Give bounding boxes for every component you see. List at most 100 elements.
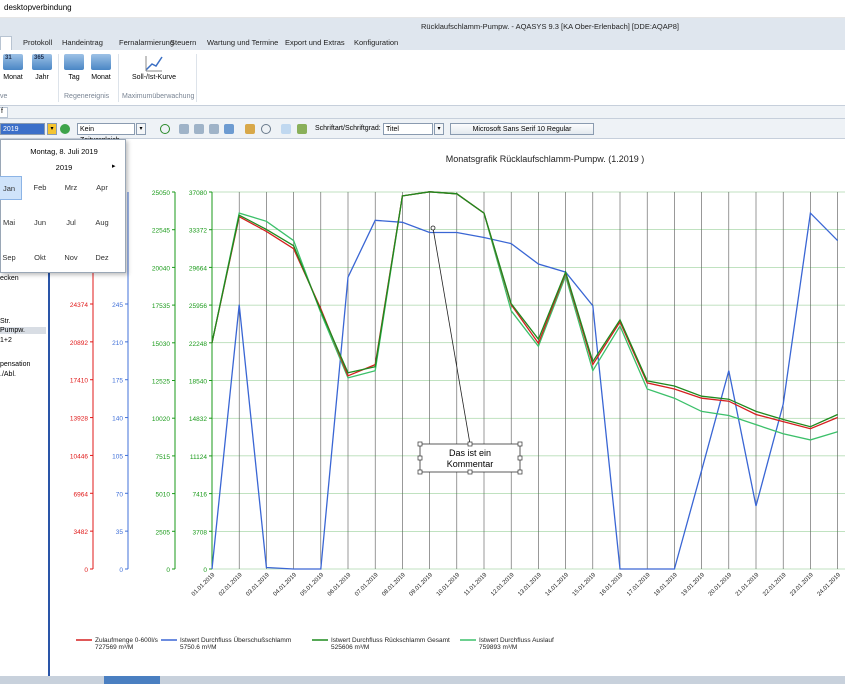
left-item-selected[interactable]: Pumpw. xyxy=(0,327,46,334)
month-cell-apr[interactable]: Apr xyxy=(89,176,115,200)
font-target-dropdown-button[interactable]: ▾ xyxy=(434,123,444,135)
ribbon-separator xyxy=(196,54,197,102)
y-tick-label: 20040 xyxy=(152,265,170,272)
y-tick-label: 7416 xyxy=(193,492,208,499)
month-cell-aug[interactable]: Aug xyxy=(89,211,115,235)
y-tick-label: 14832 xyxy=(189,416,207,423)
tab-export[interactable]: Export und Extras xyxy=(285,38,345,47)
tab-konfiguration[interactable]: Konfiguration xyxy=(354,38,398,47)
x-tick-label: 02.01.2019 xyxy=(218,572,244,598)
y-tick-label: 245 xyxy=(112,302,123,309)
month-cell-jul[interactable]: Jul xyxy=(58,211,84,235)
y-tick-label: 10020 xyxy=(152,416,170,423)
series-line xyxy=(211,191,838,428)
font-button[interactable]: Microsoft Sans Serif 10 Regular xyxy=(450,123,594,135)
x-tick-label: 17.01.2019 xyxy=(626,572,652,598)
filter-icon[interactable] xyxy=(281,124,291,134)
refresh-icon[interactable] xyxy=(60,124,70,134)
tab-active[interactable] xyxy=(0,36,12,51)
month-cell-mai[interactable]: Mai xyxy=(0,211,22,235)
date-dropdown-button[interactable]: ▾ xyxy=(47,123,57,135)
rain-day-button[interactable]: Tag xyxy=(61,54,87,81)
month-cell-feb[interactable]: Feb xyxy=(27,176,53,200)
target-actual-curve-button[interactable]: Soll-/Ist-Kurve xyxy=(132,54,176,81)
legend-sublabel: 5750.6 m³/M xyxy=(180,644,217,651)
left-item[interactable]: 1+2 xyxy=(0,337,12,344)
tab-handeintrag[interactable]: Handeintrag xyxy=(62,38,103,47)
compare-select[interactable]: Kein Zeitvergleich xyxy=(77,123,135,144)
month-cell-nov[interactable]: Nov xyxy=(58,246,84,270)
y-tick-label: 3708 xyxy=(193,529,208,536)
table-icon[interactable] xyxy=(245,124,255,134)
y-tick-label: 22248 xyxy=(189,341,207,348)
comment-resize-handle xyxy=(517,441,523,447)
left-item[interactable]: Str. xyxy=(0,318,11,325)
compare-dropdown-button[interactable]: ▾ xyxy=(136,123,146,135)
rain-chart-icon xyxy=(91,54,111,70)
comment-resize-handle xyxy=(417,441,423,447)
y-tick-label: 0 xyxy=(166,567,170,574)
series-line xyxy=(211,191,838,430)
month-picker-popup: Montag, 8. Juli 2019 2019 ▸ Jan Feb Mrz Apr… xyxy=(0,139,126,273)
y-tick-label: 13928 xyxy=(70,416,88,423)
tab-fernalarmierung[interactable]: Fernalarmierung xyxy=(119,38,174,47)
left-item[interactable]: pensation xyxy=(0,361,30,368)
tab-wartung[interactable]: Wartung und Termine xyxy=(207,38,278,47)
month-cell-sep[interactable]: Sep xyxy=(0,246,22,270)
curve-icon xyxy=(145,56,163,72)
export-icon[interactable] xyxy=(224,124,234,134)
tab-protokoll[interactable]: Protokoll xyxy=(23,38,52,47)
x-tick-label: 11.01.2019 xyxy=(463,572,489,598)
x-tick-label: 15.01.2019 xyxy=(572,572,598,598)
search-icon[interactable] xyxy=(261,124,271,134)
next-year-arrow-icon[interactable]: ▸ xyxy=(112,162,116,170)
y-tick-label: 17535 xyxy=(152,303,170,310)
month-cell-jun[interactable]: Jun xyxy=(27,211,53,235)
comment-resize-handle xyxy=(517,469,523,475)
x-tick-label: 10.01.2019 xyxy=(436,572,462,598)
y-tick-label: 25956 xyxy=(189,303,207,310)
y-tick-label: 11124 xyxy=(190,454,207,461)
zoom-icon[interactable] xyxy=(160,124,170,134)
font-target-select[interactable]: Titel xyxy=(383,123,433,135)
group-label-curve: ve xyxy=(0,93,8,100)
chart-toolbar: 2019 ▾ Kein Zeitvergleich ▾ Schriftart/S… xyxy=(0,119,845,144)
y-tick-label: 6964 xyxy=(74,491,89,498)
y-tick-label: 105 xyxy=(112,453,123,460)
brush-icon[interactable] xyxy=(297,124,307,134)
rain-month-button[interactable]: Monat xyxy=(88,54,114,81)
comment-pointer-line xyxy=(432,227,471,445)
comment-text-line2: Kommentar xyxy=(447,459,494,469)
date-field[interactable]: 2019 xyxy=(0,123,45,135)
calendar-year-icon: 365 xyxy=(32,54,52,70)
x-tick-label: 18.01.2019 xyxy=(653,572,679,598)
chart-svg: Monatsgrafik Rücklaufschlamm-Pumpw. (1.2… xyxy=(70,154,845,651)
y-tick-label: 18540 xyxy=(189,379,207,386)
left-item[interactable]: ecken xyxy=(0,275,19,282)
print-preview-icon[interactable] xyxy=(194,124,204,134)
y-tick-label: 140 xyxy=(112,416,123,423)
x-tick-label: 19.01.2019 xyxy=(681,572,707,598)
print-icon[interactable] xyxy=(179,124,189,134)
y-tick-label: 5010 xyxy=(156,492,171,499)
year-button[interactable]: 365 Jahr xyxy=(29,54,55,81)
tab-steuern[interactable]: Steuern xyxy=(170,38,196,47)
month-cell-mrz[interactable]: Mrz xyxy=(58,176,84,200)
chart-area: Monatsgrafik Rücklaufschlamm-Pumpw. (1.2… xyxy=(48,139,845,676)
month-cell-okt[interactable]: Okt xyxy=(27,246,53,270)
month-cell-jan[interactable]: Jan xyxy=(0,176,22,200)
comment-text-line1: Das ist ein xyxy=(449,448,491,458)
month-button[interactable]: 31 Monat xyxy=(0,54,26,81)
x-tick-label: 01.01.2019 xyxy=(191,572,217,598)
calendar-header: Montag, 8. Juli 2019 xyxy=(30,147,98,156)
print-setup-icon[interactable] xyxy=(209,124,219,134)
x-tick-label: 22.01.2019 xyxy=(762,572,788,598)
document-tab[interactable]: f xyxy=(0,107,8,118)
legend-label: Zulaufmenge 0-600l/s xyxy=(95,637,159,644)
month-cell-dez[interactable]: Dez xyxy=(89,246,115,270)
y-tick-label: 35 xyxy=(116,529,124,536)
app-titlebar: Rücklaufschlamm-Pumpw. - AQASYS 9.3 [KA … xyxy=(0,18,845,36)
y-tick-label: 210 xyxy=(112,340,123,347)
legend-sublabel: 759893 m³/M xyxy=(479,644,517,651)
left-item[interactable]: ./Abl. xyxy=(0,371,16,378)
